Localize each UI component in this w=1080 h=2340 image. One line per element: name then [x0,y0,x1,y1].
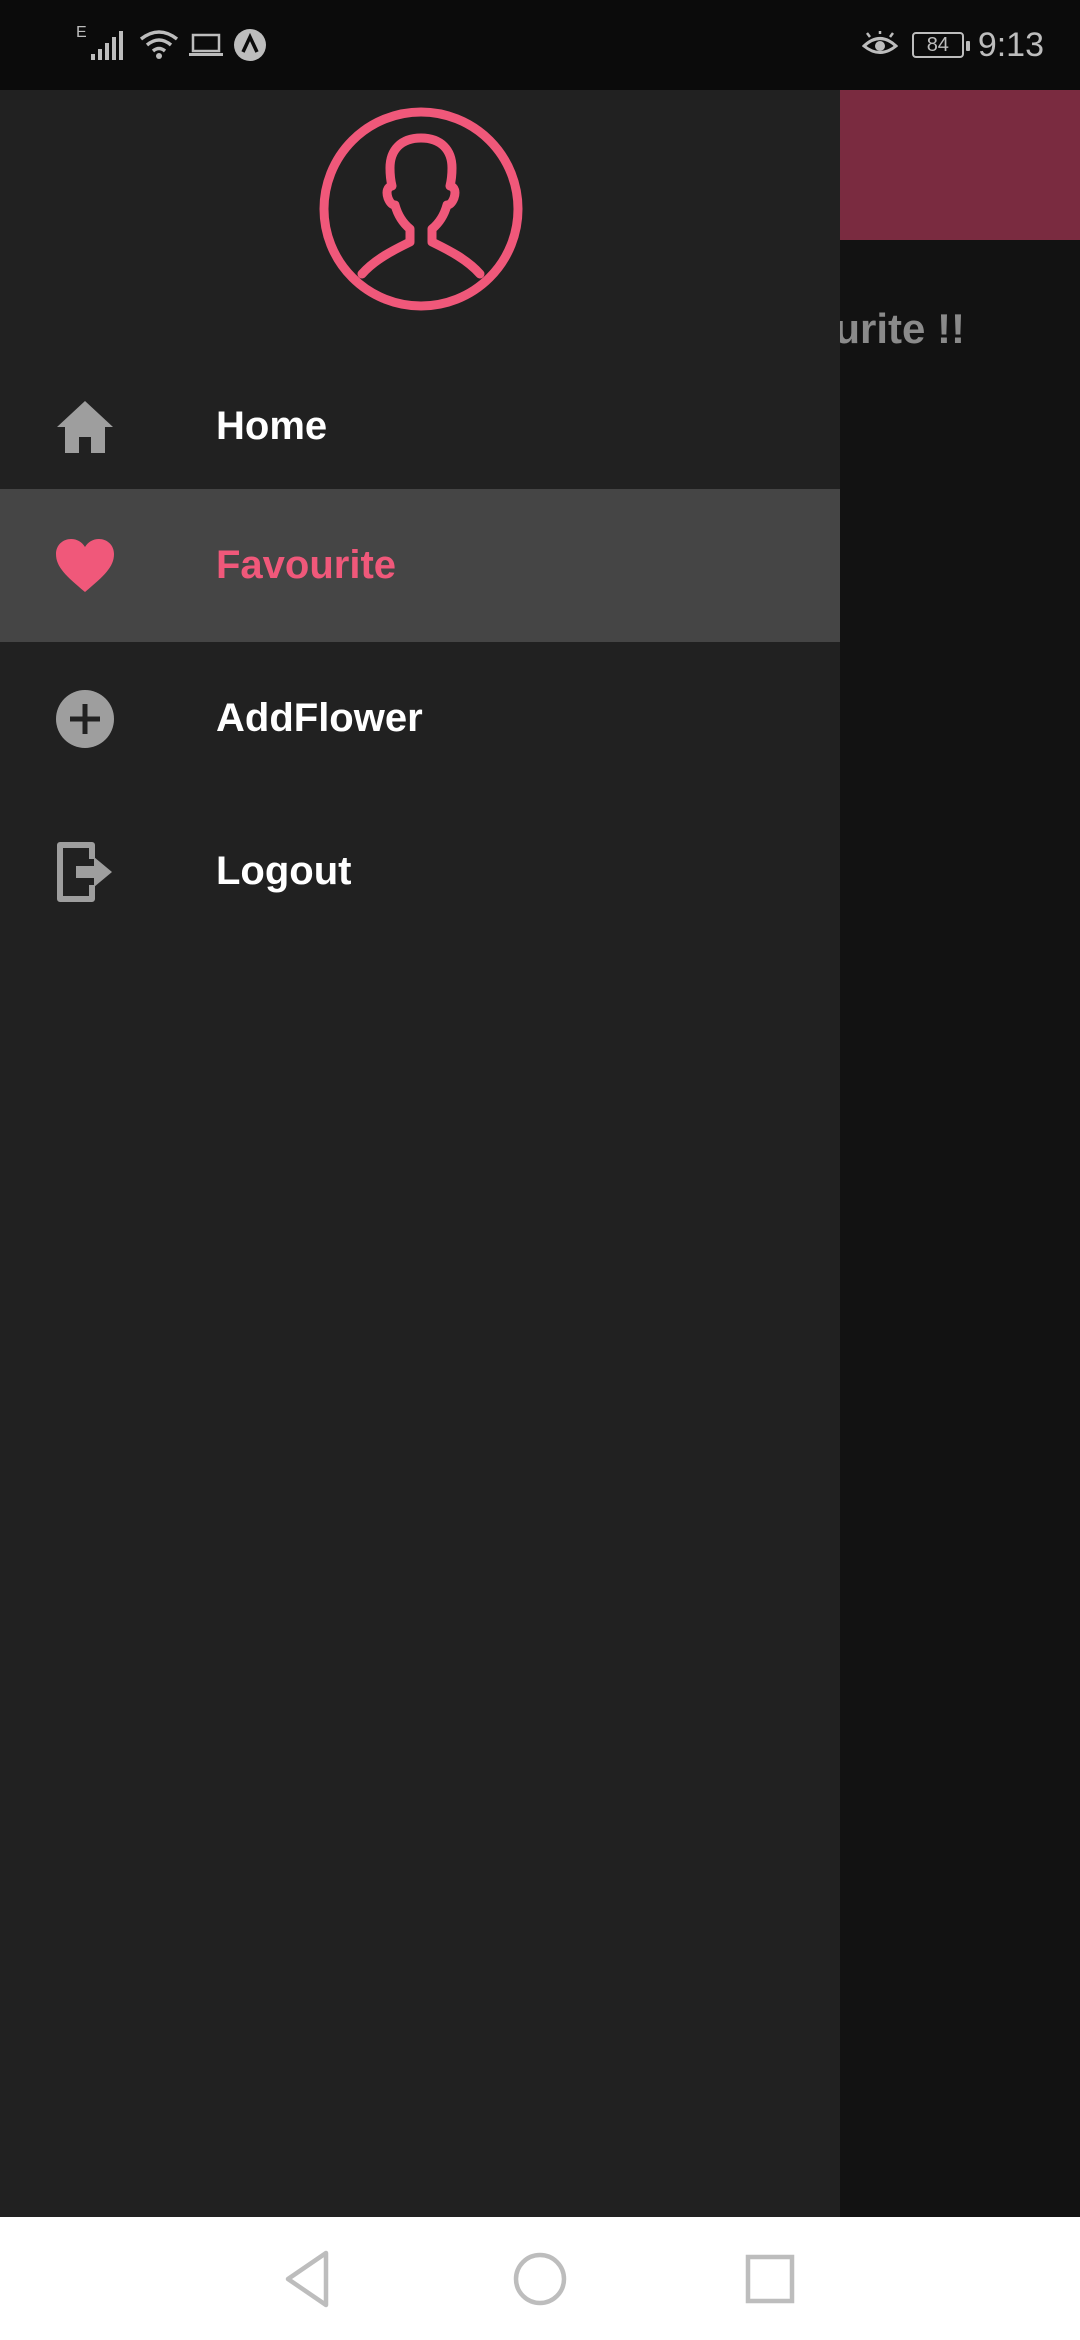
drawer-item-favourite[interactable]: Favourite [0,489,840,642]
signal-icon [90,31,123,60]
heart-icon [54,535,116,597]
drawer-item-home[interactable]: Home [0,350,840,503]
status-left: E [76,22,267,68]
navigation-drawer: Home Favourite AddFlower Logout [0,90,840,2217]
back-icon[interactable] [276,2247,340,2311]
clock: 9:13 [977,25,1044,64]
drawer-item-logout[interactable]: Logout [0,795,840,948]
user-avatar-icon [319,107,523,311]
battery-level: 84 [926,33,949,56]
logout-icon [54,841,116,903]
laptop-icon [188,33,223,56]
eye-comfort-icon [861,31,898,54]
network-type: E [76,24,87,41]
status-right: 84 9:13 [861,22,1044,68]
drawer-item-label: Logout [216,849,352,893]
drawer-item-label: Home [216,404,328,448]
app-notification-icon [233,29,266,61]
drawer-item-label: Favourite [216,543,397,587]
home-circle-icon[interactable] [508,2247,572,2311]
system-navigation-bar [0,2217,1080,2340]
status-bar: E 84 9:13 [0,0,1080,90]
drawer-item-label: AddFlower [216,696,423,740]
drawer-item-addflower[interactable]: AddFlower [0,642,840,795]
wifi-icon [139,30,178,59]
add-circle-icon [54,688,116,750]
recents-icon[interactable] [738,2247,802,2311]
battery-icon: 84 [911,32,970,58]
home-icon [54,396,116,458]
